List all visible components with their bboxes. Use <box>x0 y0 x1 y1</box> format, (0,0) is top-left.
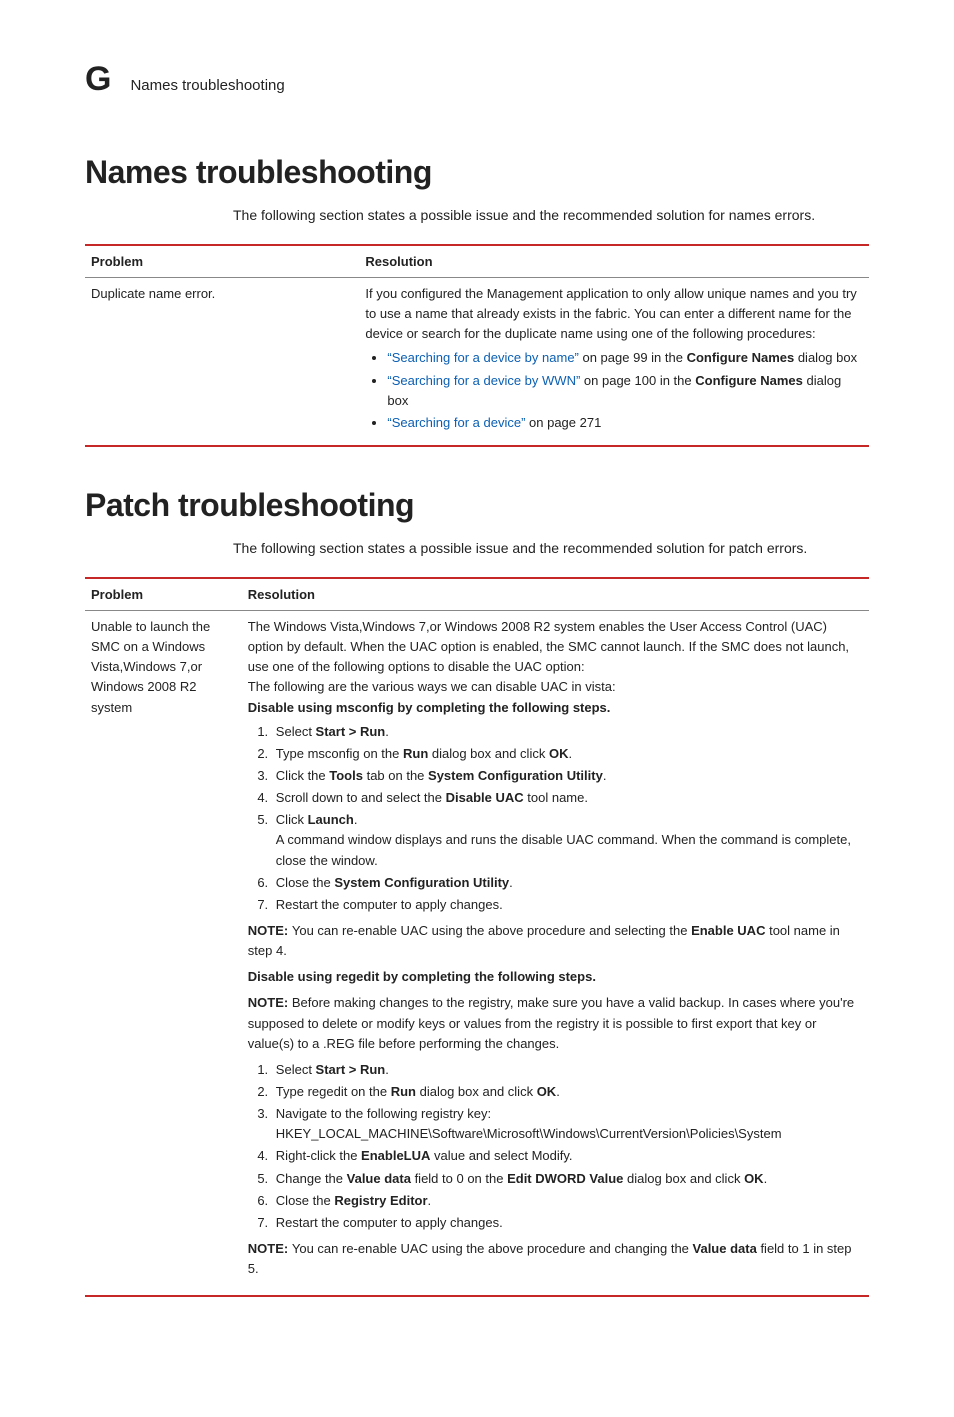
th-resolution: Resolution <box>242 578 869 611</box>
page-header: G Names troubleshooting <box>85 60 869 99</box>
section-heading-names: Names troubleshooting <box>85 154 869 191</box>
p2: The following are the various ways we ca… <box>248 677 863 697</box>
cell-resolution: The Windows Vista,Windows 7,or Windows 2… <box>242 610 869 1296</box>
step-sub: A command window displays and runs the d… <box>276 830 863 870</box>
list-item: “Searching for a device by name” on page… <box>387 348 863 368</box>
step: Right-click the EnableLUA value and sele… <box>272 1146 863 1166</box>
step: Scroll down to and select the Disable UA… <box>272 788 863 808</box>
p1: The Windows Vista,Windows 7,or Windows 2… <box>248 617 863 677</box>
note-1: NOTE: You can re-enable UAC using the ab… <box>248 921 863 961</box>
step: Select Start > Run. <box>272 1060 863 1080</box>
step: Close the Registry Editor. <box>272 1191 863 1211</box>
link-search-name[interactable]: “Searching for a device by name” <box>387 350 578 365</box>
step: Close the System Configuration Utility. <box>272 873 863 893</box>
cell-problem: Duplicate name error. <box>85 278 359 446</box>
list-item: “Searching for a device by WWN” on page … <box>387 371 863 411</box>
section-intro-patch: The following section states a possible … <box>233 538 869 559</box>
section-heading-patch: Patch troubleshooting <box>85 487 869 524</box>
sub1-title: Disable using msconfig by completing the… <box>248 698 863 718</box>
names-table: Problem Resolution Duplicate name error.… <box>85 244 869 447</box>
sub2-title: Disable using regedit by completing the … <box>248 967 863 987</box>
step: Type msconfig on the Run dialog box and … <box>272 744 863 764</box>
cell-resolution: If you configured the Management applica… <box>359 278 869 446</box>
link-search-device[interactable]: “Searching for a device” <box>387 415 525 430</box>
appendix-letter: G <box>85 60 110 99</box>
step: Type regedit on the Run dialog box and c… <box>272 1082 863 1102</box>
step: Click Launch. A command window displays … <box>272 810 863 870</box>
list-item: “Searching for a device” on page 271 <box>387 413 863 433</box>
note-3: NOTE: You can re-enable UAC using the ab… <box>248 1239 863 1279</box>
step: Change the Value data field to 0 on the … <box>272 1169 863 1189</box>
sub2-steps: Select Start > Run. Type regedit on the … <box>248 1060 863 1233</box>
table-row: Unable to launch the SMC on a Windows Vi… <box>85 610 869 1296</box>
patch-table: Problem Resolution Unable to launch the … <box>85 577 869 1297</box>
step: Click the Tools tab on the System Config… <box>272 766 863 786</box>
bullet-list: “Searching for a device by name” on page… <box>365 348 863 433</box>
step: Select Start > Run. <box>272 722 863 742</box>
section-intro-names: The following section states a possible … <box>233 205 869 226</box>
table-row: Duplicate name error. If you configured … <box>85 278 869 446</box>
link-search-wwn[interactable]: “Searching for a device by WWN” <box>387 373 580 388</box>
th-problem: Problem <box>85 245 359 278</box>
step: Navigate to the following registry key:H… <box>272 1104 863 1144</box>
step: Restart the computer to apply changes. <box>272 895 863 915</box>
step: Restart the computer to apply changes. <box>272 1213 863 1233</box>
cell-problem: Unable to launch the SMC on a Windows Vi… <box>85 610 242 1296</box>
resolution-text: If you configured the Management applica… <box>365 286 856 341</box>
th-resolution: Resolution <box>359 245 869 278</box>
header-title: Names troubleshooting <box>130 77 284 94</box>
sub1-steps: Select Start > Run. Type msconfig on the… <box>248 722 863 915</box>
th-problem: Problem <box>85 578 242 611</box>
note-2: NOTE: Before making changes to the regis… <box>248 993 863 1053</box>
